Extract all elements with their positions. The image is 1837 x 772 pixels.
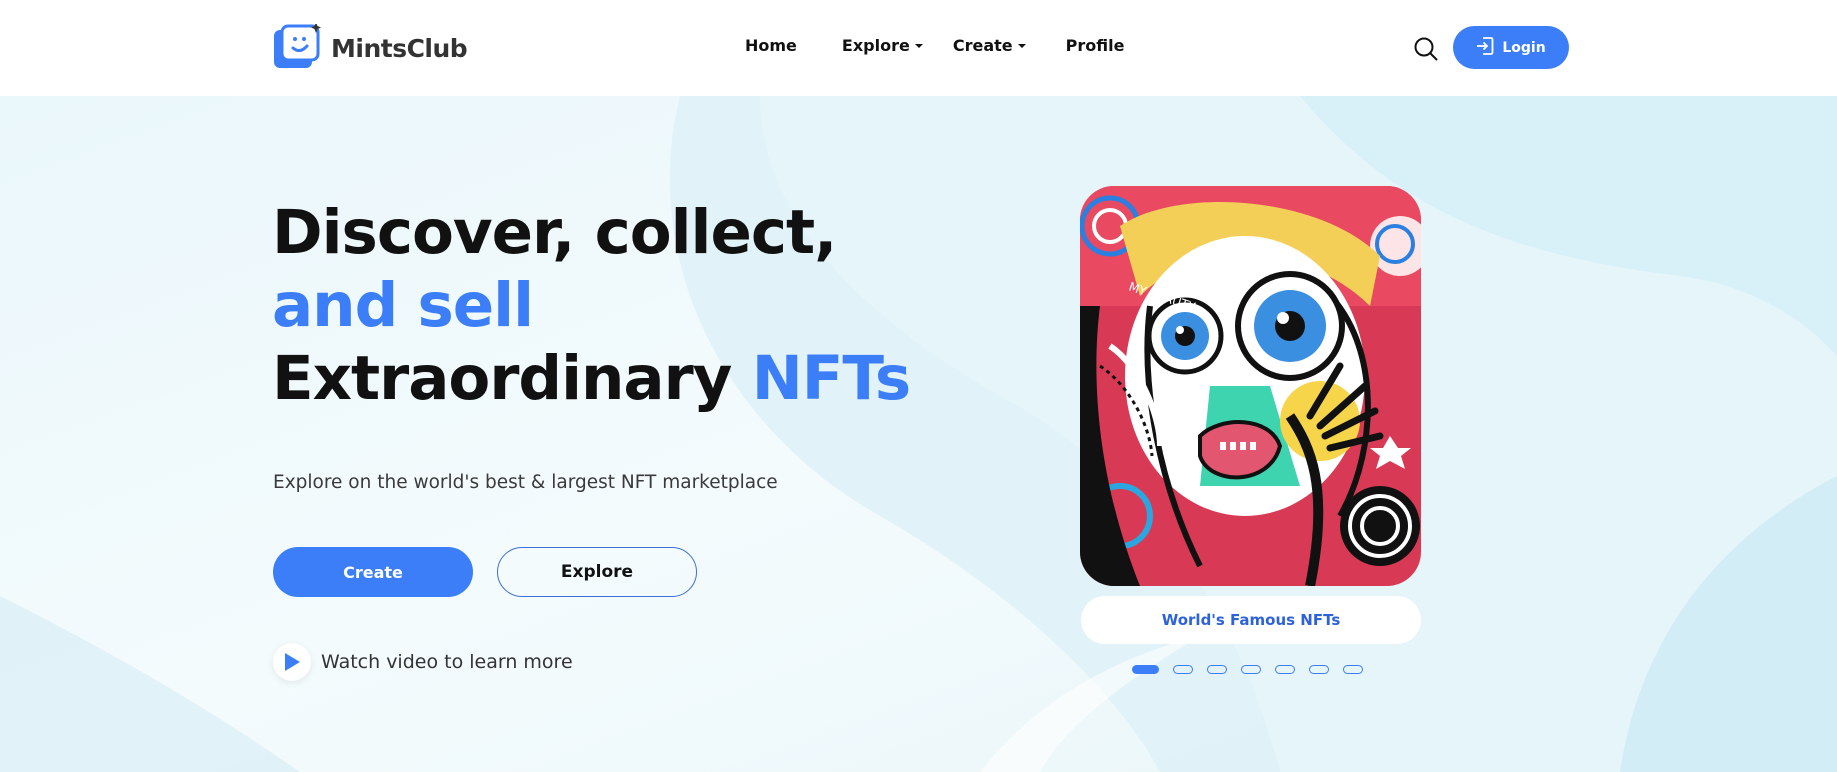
headline-line-1: Discover, collect, (272, 197, 837, 268)
nav-explore-label: Explore (841, 36, 910, 55)
nav-home-label: Home (745, 36, 797, 55)
carousel-pagination (1132, 665, 1363, 674)
nav-create-label: Create (952, 36, 1013, 55)
nav-explore[interactable]: Explore (842, 36, 923, 55)
featured-nft-card[interactable]: MY BEAUTY (1080, 186, 1421, 586)
search-icon[interactable] (1413, 36, 1439, 62)
smiley-logo-icon (273, 22, 321, 72)
headline-line-2: and sell (272, 270, 534, 341)
headline-line-3-blue: NFTs (751, 343, 912, 414)
login-label: Login (1502, 39, 1546, 56)
carousel-dot[interactable] (1173, 665, 1193, 674)
hero-subtitle: Explore on the world's best & largest NF… (273, 472, 778, 493)
explore-button[interactable]: Explore (497, 547, 697, 597)
chevron-down-icon (914, 44, 923, 48)
nft-artwork-image: MY BEAUTY (1080, 186, 1421, 586)
hero-section: Discover, collect, and sell Extraordinar… (0, 96, 1837, 772)
carousel-dot[interactable] (1132, 665, 1159, 674)
carousel-dot[interactable] (1207, 665, 1227, 674)
carousel-dot[interactable] (1275, 665, 1295, 674)
brand-name: MintsClub (331, 33, 468, 63)
chevron-down-icon (1017, 44, 1026, 48)
login-button[interactable]: Login (1453, 26, 1569, 69)
watch-video-label: Watch video to learn more (321, 651, 573, 673)
featured-nft-caption[interactable]: World's Famous NFTs (1081, 596, 1421, 644)
create-button[interactable]: Create (273, 547, 473, 597)
play-icon[interactable] (273, 643, 311, 681)
hero-headline: Discover, collect, and sell Extraordinar… (272, 196, 912, 415)
nav-profile[interactable]: Profile (1066, 36, 1125, 55)
carousel-dot[interactable] (1343, 665, 1363, 674)
brand-logo[interactable]: MintsClub (273, 22, 468, 72)
headline-line-3-dark: Extraordinary (272, 343, 732, 414)
login-arrow-icon (1476, 36, 1494, 60)
watch-video-link[interactable]: Watch video to learn more (273, 643, 573, 681)
carousel-dot[interactable] (1309, 665, 1329, 674)
site-header: MintsClub Home Explore Create Profile Lo… (0, 0, 1837, 96)
carousel-dot[interactable] (1241, 665, 1261, 674)
nav-create[interactable]: Create (953, 36, 1026, 55)
nav-profile-label: Profile (1065, 36, 1125, 55)
headline-line-3: Extraordinary NFTs (272, 342, 912, 415)
nav-home[interactable]: Home (745, 36, 797, 55)
main-nav: Home Explore Create Profile (745, 36, 1124, 55)
